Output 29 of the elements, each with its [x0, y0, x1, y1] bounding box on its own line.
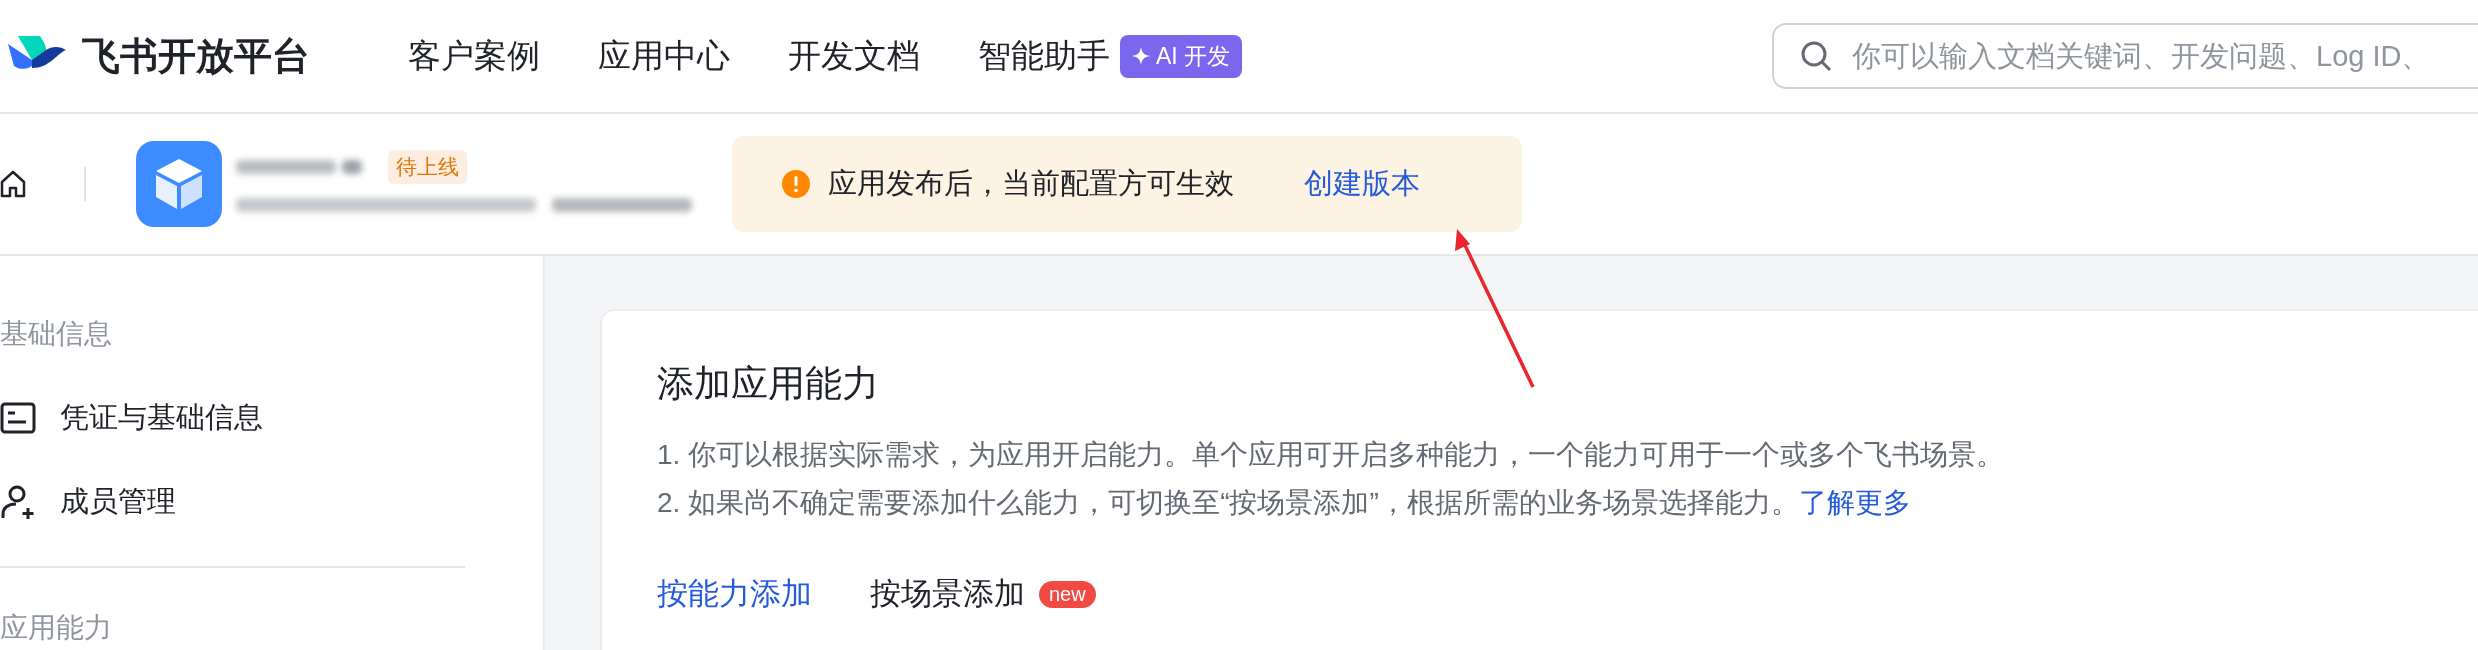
new-badge: new [1039, 580, 1096, 608]
sparkle-icon [1132, 47, 1150, 65]
nav-link[interactable]: 智能助手 AI 开发 [978, 33, 1243, 79]
learn-more-link[interactable]: 了解更多 [1798, 487, 1911, 518]
sidebar-item[interactable]: 凭证与基础信息 [0, 376, 263, 460]
brand-name: 飞书开放平台 [82, 33, 310, 79]
ai-badge[interactable]: AI 开发 [1120, 34, 1243, 78]
section-title: 基础信息 [0, 317, 112, 351]
nav-link[interactable]: 开发文档 [788, 33, 920, 79]
sidebar-item[interactable]: 成员管理 [0, 460, 176, 544]
section-title: 应用能力 [0, 611, 112, 645]
home-icon[interactable] [0, 170, 26, 198]
status-badge: 待上线 [388, 150, 467, 184]
add-user-icon [0, 484, 36, 520]
tab[interactable]: 按能力添加 [657, 573, 812, 615]
description-text: 2. 如果尚不确定需要添加什么能力，可切换至“按场景添加”，根据所需的业务场景选择能力。了解更多 [657, 486, 1911, 520]
id-card-icon [0, 402, 36, 434]
search-field[interactable]: 你可以输入文档关键词、开发问题、Log ID、 [1772, 23, 2478, 89]
nav-link[interactable]: 应用中心 [598, 33, 730, 79]
search-icon [1800, 40, 1832, 72]
create-version-link[interactable]: 创建版本 [1304, 164, 1420, 204]
description-text: 1. 你可以根据实际需求，为应用开启能力。单个应用可开启多种能力，一个能力可用于一个或多个飞书场景。 [657, 438, 2005, 472]
cube-icon [154, 157, 204, 211]
nav-link[interactable]: 客户案例 [408, 33, 540, 79]
notice-text: 应用发布后，当前配置方可生效 [828, 166, 1234, 201]
badge-label: AI 开发 [1156, 41, 1231, 71]
tab[interactable]: 按场景添加 new [870, 573, 1096, 615]
warning-icon [782, 170, 810, 198]
card-title: 添加应用能力 [657, 362, 879, 406]
